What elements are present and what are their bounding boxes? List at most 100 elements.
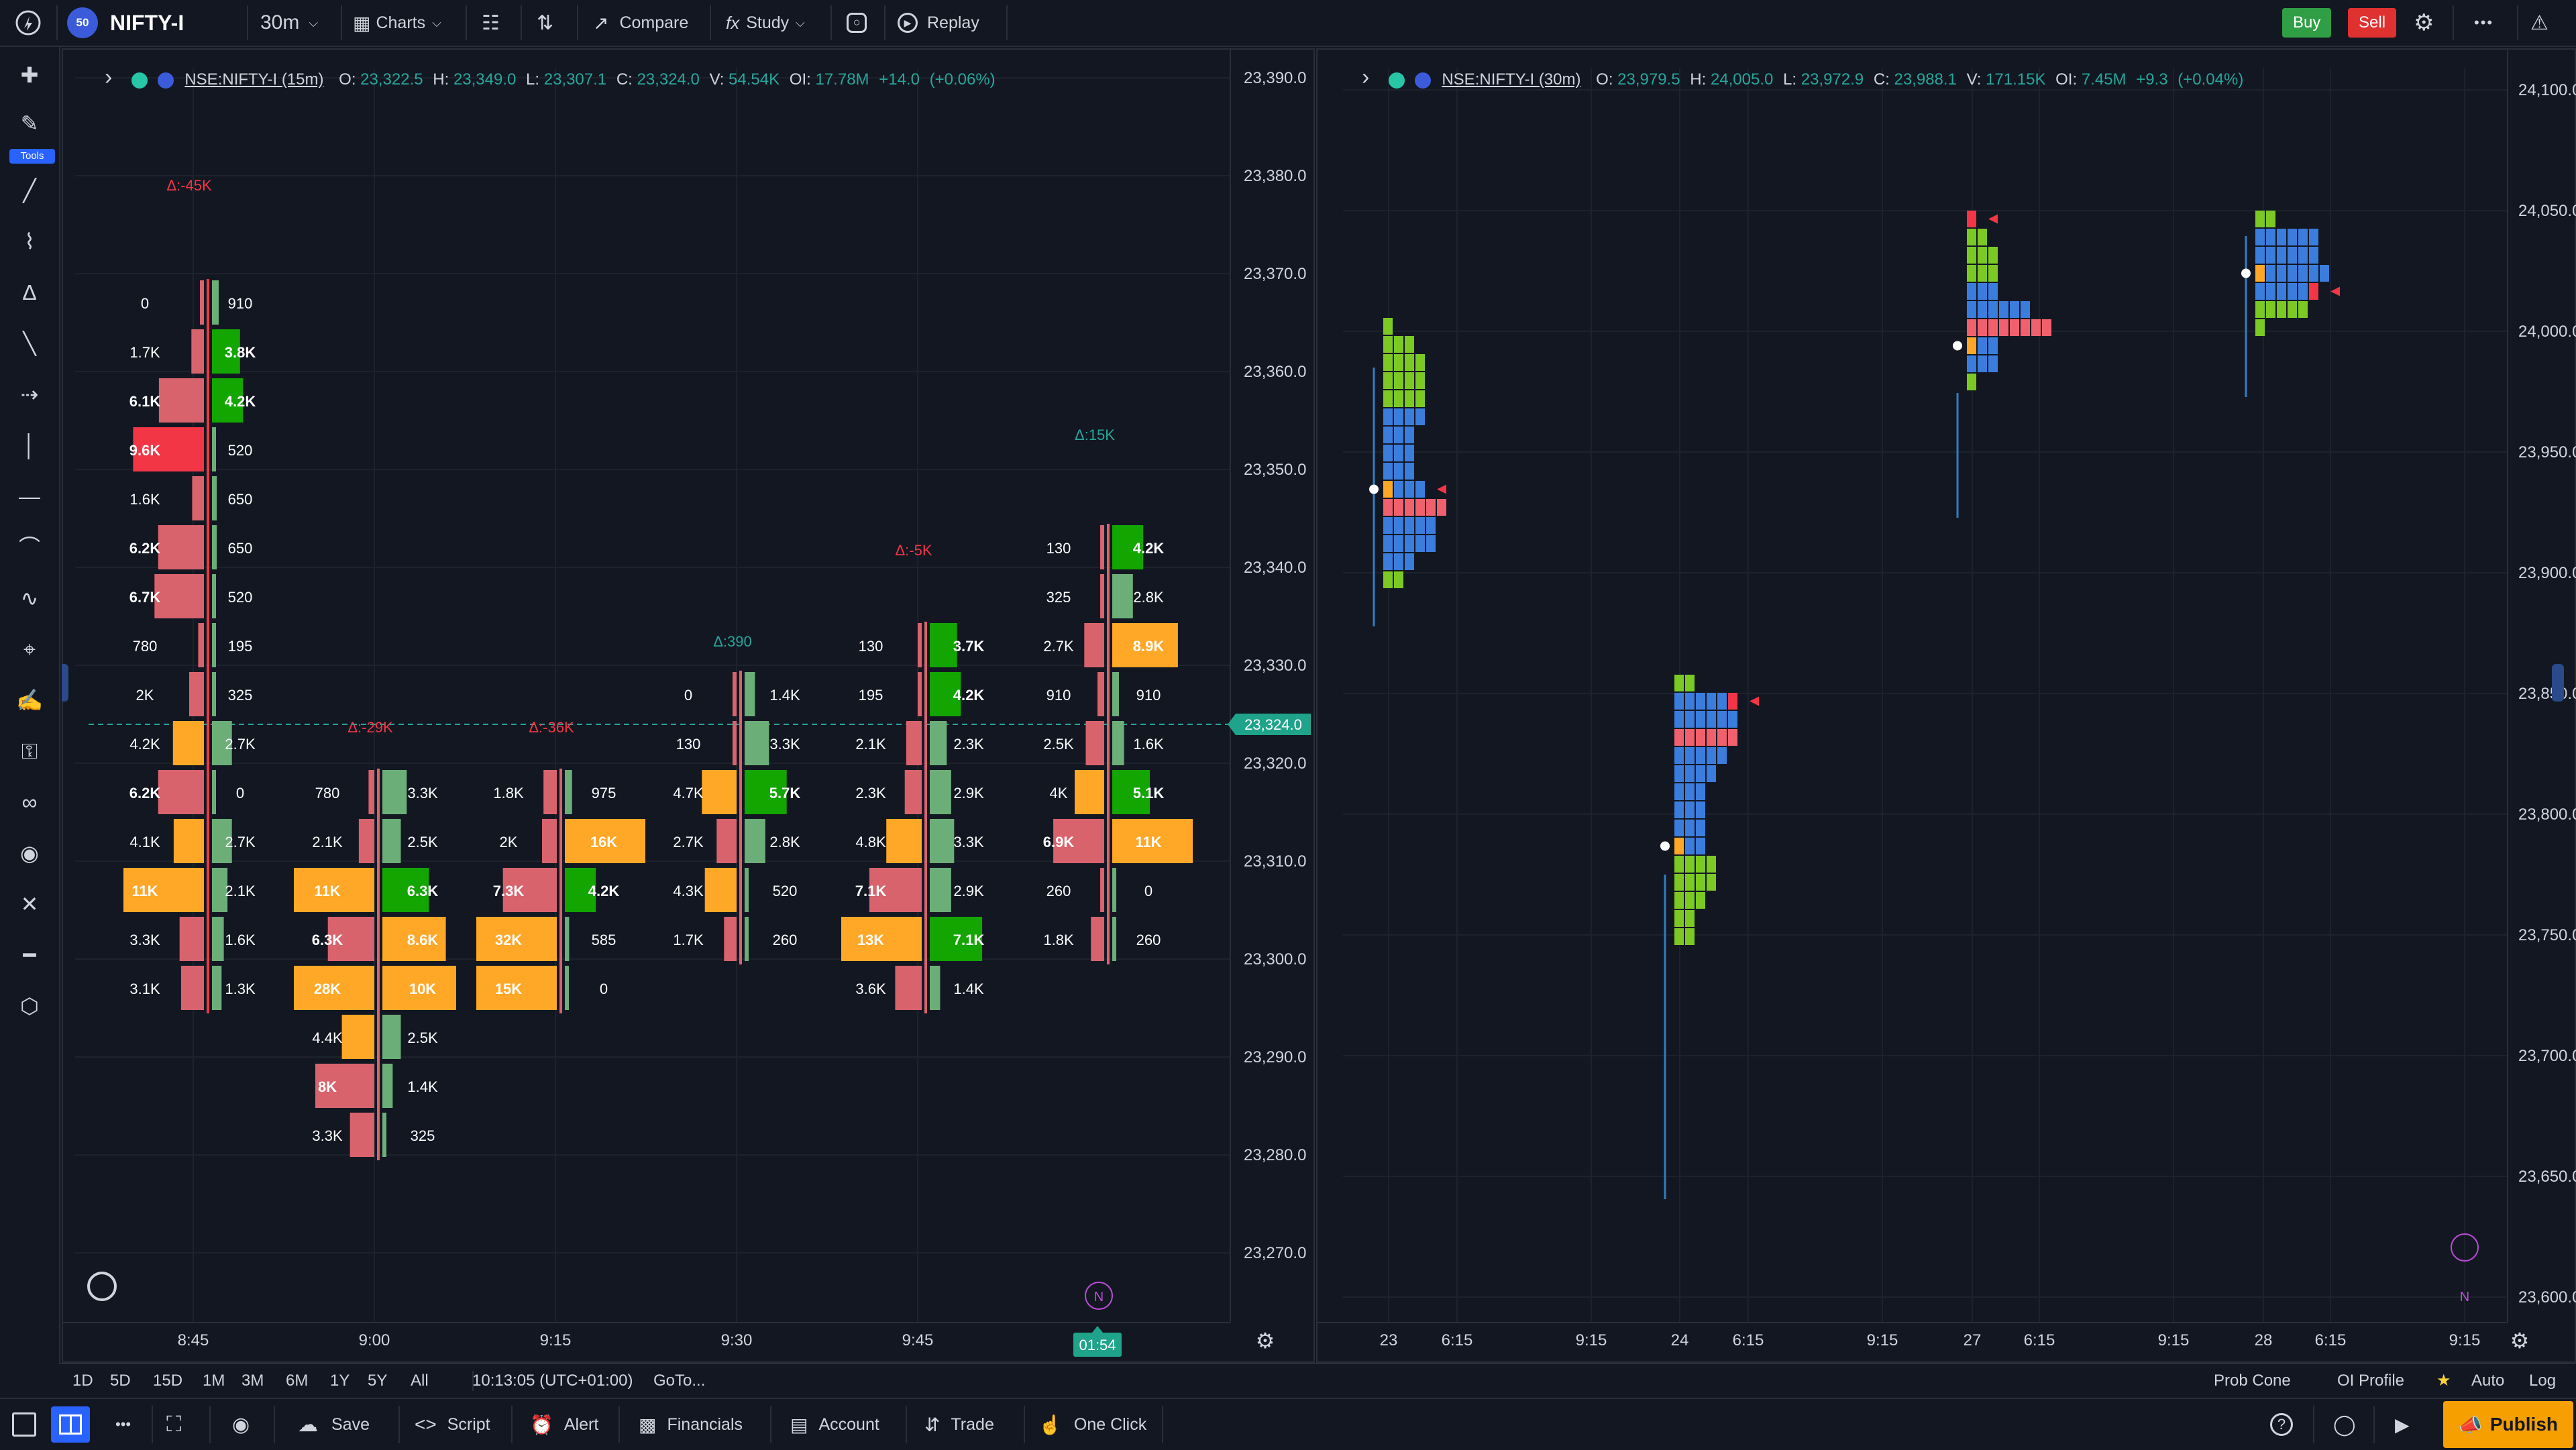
tpo-cell — [1978, 229, 1987, 245]
replay-button[interactable]: ▶ Replay — [898, 0, 979, 46]
footprint-sell-bar — [733, 721, 737, 765]
video-camera-icon: ▶ — [2395, 1414, 2410, 1435]
help-button[interactable]: ? — [2270, 1399, 2293, 1450]
range-5y[interactable]: 5Y — [368, 1364, 387, 1398]
extended-line-icon[interactable]: ⇢ — [15, 380, 44, 409]
price-axis-label: 23,600.0 — [2518, 1288, 2576, 1306]
single-layout-button[interactable] — [12, 1399, 36, 1450]
prob-cone-button[interactable]: Prob Cone — [2214, 1364, 2291, 1398]
tpo-cell — [1696, 820, 1705, 836]
interval-select[interactable]: 30m ⌵ — [260, 0, 318, 46]
tpo-cell — [1383, 481, 1393, 498]
tpo-cell — [1685, 892, 1695, 909]
account-button[interactable]: ▤ Account — [790, 1399, 879, 1450]
app-logo-icon[interactable] — [15, 0, 42, 46]
polyline-icon[interactable]: ⌇ — [15, 227, 44, 256]
range-5d[interactable]: 5D — [110, 1364, 131, 1398]
buy-button[interactable]: Buy — [2282, 0, 2332, 46]
tpo-cell — [1674, 747, 1684, 764]
tpo-cell — [1674, 874, 1684, 891]
trade-button[interactable]: ⇵ Trade — [924, 1399, 994, 1450]
log-scale-button[interactable]: Log — [2529, 1364, 2556, 1398]
footprint-sell-value: 1.8K — [493, 785, 524, 801]
tpo-cell — [1728, 729, 1737, 746]
left-chart-canvas[interactable]: 23,390.0 23,380.0 23,370.0 23,360.0 23,350.0… — [62, 48, 1315, 1363]
horizontal-line-icon[interactable]: — — [15, 482, 44, 511]
footprint-sell-bar — [918, 623, 922, 667]
curve-icon[interactable]: ⌒ — [15, 533, 44, 562]
link-icon[interactable]: ∞ — [15, 787, 44, 817]
tpo-cell — [2298, 265, 2308, 282]
theme-button[interactable]: ◉ — [232, 1399, 250, 1450]
code-icon: <> — [415, 1414, 437, 1435]
footprint-buy-bar — [382, 1015, 401, 1059]
tpo-cell — [1394, 336, 1403, 353]
alert-button[interactable]: ⏰ Alert — [530, 1399, 598, 1450]
footprint-sell-value: 0 — [684, 687, 692, 704]
mouse-icon[interactable]: ⌖ — [15, 634, 44, 664]
magnet-icon[interactable]: ⬡ — [15, 991, 44, 1021]
ray-icon[interactable]: ╲ — [15, 329, 44, 358]
collapse-chevron-icon[interactable]: › — [105, 64, 112, 90]
range-1d[interactable]: 1D — [72, 1364, 93, 1398]
collapse-chevron-icon[interactable]: › — [1362, 64, 1369, 90]
vertical-line-icon[interactable]: │ — [15, 431, 44, 460]
fullscreen-button[interactable]: ⛶ — [166, 1399, 181, 1450]
goto-button[interactable]: GoTo... — [653, 1364, 705, 1398]
split-layout-button[interactable] — [51, 1399, 90, 1450]
footprint-buy-bar — [382, 1064, 393, 1108]
more-layouts-button[interactable]: ••• — [115, 1399, 131, 1450]
alarm-icon: ⏰ — [530, 1414, 553, 1435]
more-button[interactable]: ••• — [2474, 0, 2493, 46]
symbol-search[interactable]: 50 NIFTY-I — [67, 0, 184, 46]
range-all[interactable]: All — [411, 1364, 429, 1398]
footprint-buy-value: 1.4K — [407, 1078, 438, 1095]
footprint-sell-value: 130 — [859, 638, 883, 655]
range-1m[interactable]: 1M — [203, 1364, 225, 1398]
video-button[interactable]: ▶ — [2395, 1399, 2410, 1450]
eye-icon[interactable]: ◉ — [15, 838, 44, 868]
publish-button[interactable]: 📣 Publish — [2443, 1399, 2573, 1450]
measure-pen-icon[interactable]: ✍ — [15, 685, 44, 715]
lock-icon[interactable]: ⚿ — [15, 736, 44, 766]
right-symbol[interactable]: NSE:NIFTY-I (30m) — [1442, 70, 1580, 89]
oi-profile-button[interactable]: OI Profile — [2337, 1364, 2404, 1398]
left-symbol[interactable]: NSE:NIFTY-I (15m) — [184, 70, 323, 89]
sell-button[interactable]: Sell — [2348, 0, 2397, 46]
right-chart-canvas[interactable]: 24,100.0 24,050.0 24,000.0 23,950.0 23,900.0… — [1316, 48, 2576, 1363]
pitchfork-icon[interactable]: ∆ — [15, 278, 44, 307]
screenshot-button[interactable]: ○ — [847, 0, 867, 46]
script-button[interactable]: <> Script — [415, 1399, 490, 1450]
path-icon[interactable]: ∿ — [15, 583, 44, 613]
brush-icon[interactable]: ✎ — [15, 109, 44, 138]
trendline-icon[interactable]: ╱ — [15, 176, 44, 205]
trash-icon[interactable]: ✕ — [15, 889, 44, 919]
one-click-button[interactable]: ☝ One Click — [1038, 1399, 1146, 1450]
footprint-sell-bar — [1100, 868, 1104, 912]
auto-scale-button[interactable]: Auto — [2471, 1364, 2504, 1398]
star-icon[interactable]: ★ — [2436, 1364, 2451, 1398]
footprint-delta-label: Δ:-29K — [347, 719, 393, 736]
footprint-buy-value: 4.2K — [225, 393, 256, 410]
save-button[interactable]: ☁ Save — [298, 1399, 370, 1450]
compare-button[interactable]: ↗ Compare — [593, 0, 688, 46]
range-15d[interactable]: 15D — [153, 1364, 182, 1398]
layout-button[interactable]: ☷ — [482, 0, 500, 46]
tpo-cell — [1415, 517, 1425, 534]
financials-button[interactable]: ▩ Financials — [639, 1399, 743, 1450]
range-1y[interactable]: 1Y — [330, 1364, 350, 1398]
ruler-icon[interactable]: ━ — [15, 940, 44, 970]
crosshair-icon[interactable]: ✚ — [15, 60, 44, 90]
range-3m[interactable]: 3M — [241, 1364, 264, 1398]
footprint-sell-value: 780 — [133, 638, 158, 655]
range-6m[interactable]: 6M — [286, 1364, 308, 1398]
footprint-sell-value: 6.3K — [312, 932, 343, 948]
study-button[interactable]: fx Study ⌵ — [726, 0, 805, 46]
settings-button[interactable]: ⚙ — [2414, 0, 2434, 46]
tpo-cell — [1696, 765, 1705, 782]
indicator-template-button[interactable]: ⇅ — [537, 0, 553, 46]
ideas-button[interactable]: ◯ — [2333, 1399, 2356, 1450]
alert-warning-button[interactable]: ⚠ — [2530, 0, 2548, 46]
clock-display[interactable]: 10:13:05 (UTC+01:00) — [472, 1364, 633, 1398]
charts-button[interactable]: ▦ Charts ⌵ — [353, 0, 441, 46]
